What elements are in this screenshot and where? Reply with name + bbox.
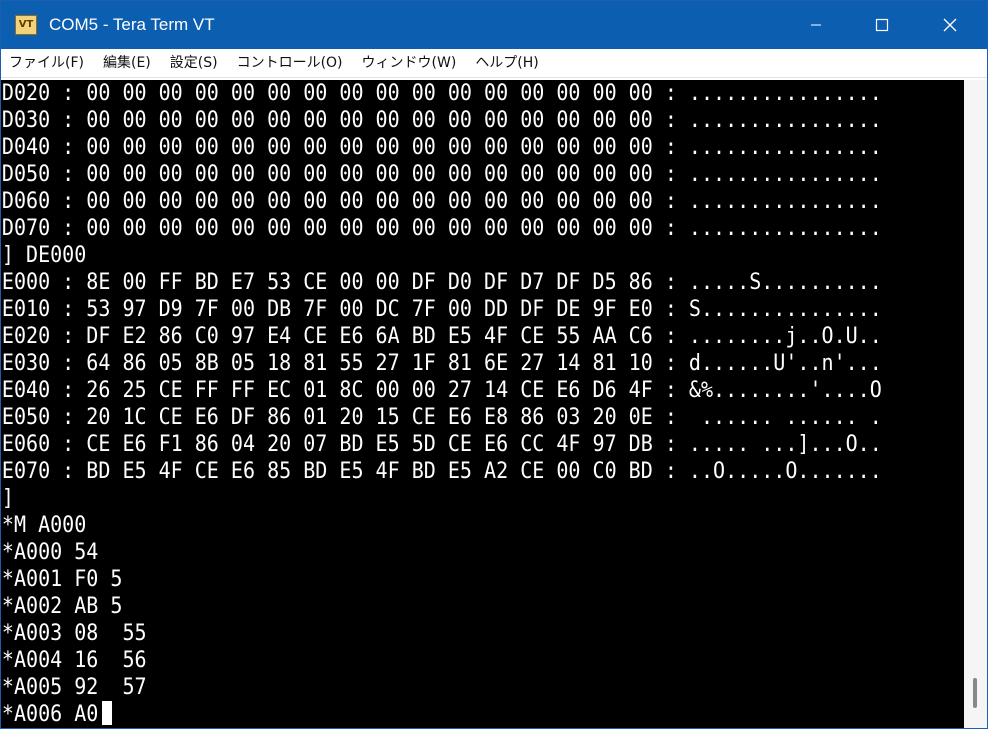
terminal-line: *A005 92 57 [1, 675, 147, 700]
text-cursor [101, 701, 112, 725]
terminal-line: E060 : CE E6 F1 86 04 20 07 BD E5 5D CE … [1, 432, 882, 457]
terminal-screen[interactable]: D020 : 00 00 00 00 00 00 00 00 00 00 00 … [1, 80, 964, 728]
menu-edit[interactable]: 編集(E) [95, 49, 162, 77]
terminal-line: *A004 16 56 [1, 648, 147, 673]
terminal-line: *A002 AB 5 [1, 594, 123, 619]
terminal-line: D070 : 00 00 00 00 00 00 00 00 00 00 00 … [1, 216, 882, 241]
terminal-line: E040 : 26 25 CE FF FF EC 01 8C 00 00 27 … [1, 378, 882, 403]
terminal-line: E010 : 53 97 D9 7F 00 DB 7F 00 DC 7F 00 … [1, 297, 882, 322]
maximize-icon [875, 18, 889, 32]
terminal-prompt-line: *A006 A0 [1, 701, 877, 728]
terminal-line: *M A000 [1, 513, 87, 538]
title-bar[interactable]: VT COM5 - Tera Term VT [1, 1, 987, 49]
minimize-button[interactable] [785, 1, 847, 49]
terminal-line: D040 : 00 00 00 00 00 00 00 00 00 00 00 … [1, 135, 882, 160]
terminal-line: E020 : DF E2 86 C0 97 E4 CE E6 6A BD E5 … [1, 324, 882, 349]
terminal-line: *A001 F0 5 [1, 567, 123, 592]
menu-file[interactable]: ファイル(F) [1, 49, 95, 77]
menu-window[interactable]: ウィンドウ(W) [354, 49, 468, 77]
terminal-line: E000 : 8E 00 FF BD E7 53 CE 00 00 DF D0 … [1, 270, 882, 295]
terminal-line: E050 : 20 1C CE E6 DF 86 01 20 15 CE E6 … [1, 405, 882, 430]
terminal-line: ] [1, 486, 14, 511]
terminal-line: D020 : 00 00 00 00 00 00 00 00 00 00 00 … [1, 81, 882, 106]
minimize-icon [811, 24, 821, 26]
tera-term-app-icon[interactable]: VT [15, 15, 37, 35]
terminal-line-text: *A006 A0 [1, 702, 99, 727]
window-title: COM5 - Tera Term VT [49, 15, 215, 34]
menu-control[interactable]: コントロール(O) [229, 49, 354, 77]
terminal-line: D060 : 00 00 00 00 00 00 00 00 00 00 00 … [1, 189, 882, 214]
terminal-line: *A000 54 [1, 540, 99, 565]
terminal-line: ] DE000 [1, 243, 87, 268]
app-window: VT COM5 - Tera Term VT ファイル(F) 編集(E) 設定(… [0, 0, 988, 729]
maximize-button[interactable] [851, 1, 913, 49]
menu-setup[interactable]: 設定(S) [162, 49, 229, 77]
terminal-line: E070 : BD E5 4F CE E6 85 BD E5 4F BD E5 … [1, 459, 882, 484]
terminal-line: D030 : 00 00 00 00 00 00 00 00 00 00 00 … [1, 108, 882, 133]
menu-bar: ファイル(F) 編集(E) 設定(S) コントロール(O) ウィンドウ(W) ヘ… [1, 49, 987, 78]
close-icon [943, 18, 957, 32]
terminal-line: E030 : 64 86 05 8B 05 18 81 55 27 1F 81 … [1, 351, 882, 376]
scrollbar-thumb[interactable] [973, 678, 977, 708]
menu-help[interactable]: ヘルプ(H) [467, 49, 549, 77]
terminal-line: D050 : 00 00 00 00 00 00 00 00 00 00 00 … [1, 162, 882, 187]
close-button[interactable] [919, 1, 981, 49]
vertical-scrollbar[interactable] [964, 80, 987, 728]
terminal-line: *A003 08 55 [1, 621, 147, 646]
